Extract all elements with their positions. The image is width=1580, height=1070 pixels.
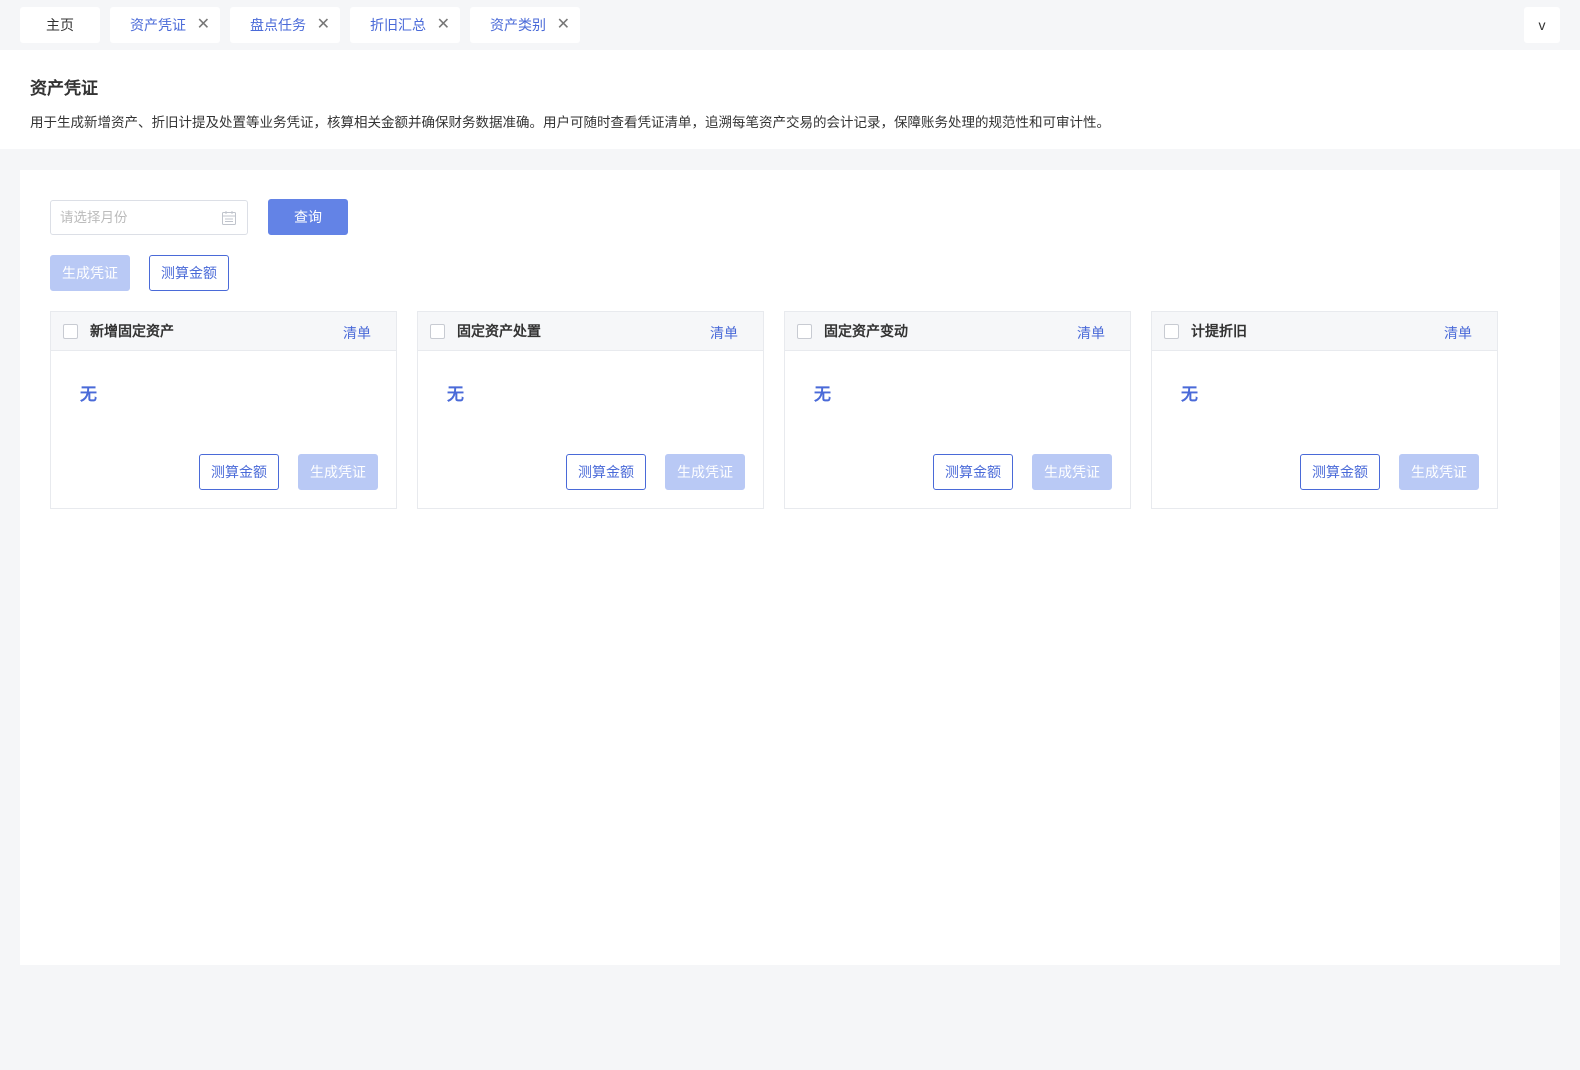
tab-bar: 主页 资产凭证 ✕ 盘点任务 ✕ 折旧汇总 ✕ 资产类别 ✕ v <box>0 0 1580 50</box>
panel-title: 新增固定资产 <box>90 323 174 339</box>
empty-value: 无 <box>447 385 464 404</box>
panel-header: 计提折旧 清单 <box>1152 312 1497 351</box>
panel-generate-button[interactable]: 生成凭证 <box>298 454 378 490</box>
tab-asset-category[interactable]: 资产类别 ✕ <box>470 7 580 43</box>
panel-generate-button[interactable]: 生成凭证 <box>1399 454 1479 490</box>
month-input[interactable] <box>60 210 210 225</box>
calendar-icon <box>221 210 237 229</box>
tab-asset-voucher[interactable]: 资产凭证 ✕ <box>110 7 220 43</box>
generate-voucher-button[interactable]: 生成凭证 <box>50 255 130 291</box>
tab-home[interactable]: 主页 <box>20 7 100 43</box>
panel-header: 固定资产处置 清单 <box>418 312 763 351</box>
panel-checkbox[interactable] <box>63 323 78 339</box>
panel-title: 固定资产变动 <box>824 323 908 339</box>
panel-calculate-button[interactable]: 测算金额 <box>566 454 646 490</box>
panel-checkbox[interactable] <box>797 323 812 339</box>
query-button[interactable]: 查询 <box>268 199 348 235</box>
panel-new-fixed-assets: 新增固定资产 清单 无 测算金额 生成凭证 <box>50 311 397 509</box>
tabs-more-button[interactable]: v <box>1524 7 1560 43</box>
month-picker[interactable] <box>50 200 248 235</box>
panel-header: 固定资产变动 清单 <box>785 312 1130 351</box>
panel-fixed-asset-disposal: 固定资产处置 清单 无 测算金额 生成凭证 <box>417 311 764 509</box>
panel-title: 固定资产处置 <box>457 323 541 339</box>
empty-value: 无 <box>80 385 97 404</box>
tab-label: 资产凭证 <box>130 17 186 33</box>
list-link[interactable]: 清单 <box>343 323 371 343</box>
panel-header: 新增固定资产 清单 <box>51 312 396 351</box>
panel-fixed-asset-change: 固定资产变动 清单 无 测算金额 生成凭证 <box>784 311 1131 509</box>
tab-label: 资产类别 <box>490 17 546 33</box>
panel-calculate-button[interactable]: 测算金额 <box>199 454 279 490</box>
close-icon[interactable]: ✕ <box>437 17 450 33</box>
close-icon[interactable]: ✕ <box>557 17 570 33</box>
main-card: 查询 生成凭证 测算金额 新增固定资产 清单 无 测算金额 生成凭证 固定资产处… <box>20 170 1560 965</box>
panel-checkbox[interactable] <box>430 323 445 339</box>
panel-checkbox[interactable] <box>1164 323 1179 339</box>
tab-label: 盘点任务 <box>250 17 306 33</box>
panel-calculate-button[interactable]: 测算金额 <box>1300 454 1380 490</box>
close-icon[interactable]: ✕ <box>317 17 330 33</box>
list-link[interactable]: 清单 <box>710 323 738 343</box>
panel-title: 计提折旧 <box>1191 323 1247 339</box>
panel-depreciation-accrual: 计提折旧 清单 无 测算金额 生成凭证 <box>1151 311 1498 509</box>
panel-calculate-button[interactable]: 测算金额 <box>933 454 1013 490</box>
tab-inventory-task[interactable]: 盘点任务 ✕ <box>230 7 340 43</box>
calculate-amount-button[interactable]: 测算金额 <box>149 255 229 291</box>
empty-value: 无 <box>1181 385 1198 404</box>
list-link[interactable]: 清单 <box>1077 323 1105 343</box>
page-description: 用于生成新增资产、折旧计提及处置等业务凭证，核算相关金额并确保财务数据准确。用户… <box>30 115 1110 130</box>
page-header: 资产凭证 用于生成新增资产、折旧计提及处置等业务凭证，核算相关金额并确保财务数据… <box>0 50 1580 149</box>
panel-generate-button[interactable]: 生成凭证 <box>1032 454 1112 490</box>
empty-value: 无 <box>814 385 831 404</box>
tab-label: 折旧汇总 <box>370 17 426 33</box>
panel-generate-button[interactable]: 生成凭证 <box>665 454 745 490</box>
tab-depreciation-summary[interactable]: 折旧汇总 ✕ <box>350 7 460 43</box>
list-link[interactable]: 清单 <box>1444 323 1472 343</box>
page-title: 资产凭证 <box>30 79 98 98</box>
close-icon[interactable]: ✕ <box>197 17 210 33</box>
